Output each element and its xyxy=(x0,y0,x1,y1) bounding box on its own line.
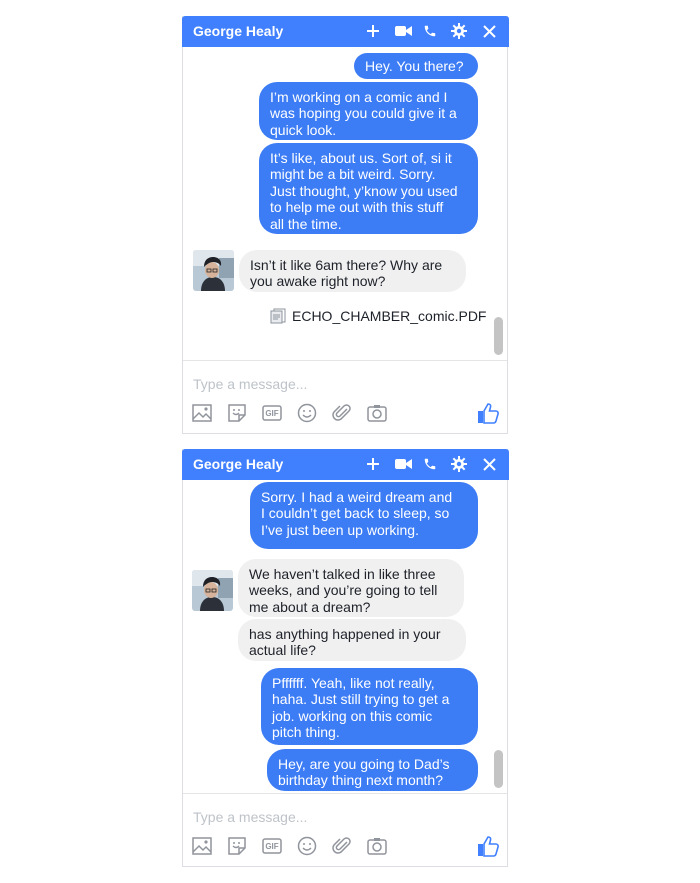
plus-icon[interactable] xyxy=(364,22,382,40)
message-input[interactable]: Type a message... xyxy=(193,376,307,392)
message-text-line: might be a bit weird. Sorry. xyxy=(270,166,436,183)
thumbs-up-icon[interactable] xyxy=(477,402,499,424)
message-text-line: We haven’t talked in like three xyxy=(249,566,436,582)
chat-header: George Healy xyxy=(182,16,509,47)
gear-icon[interactable] xyxy=(450,22,468,40)
message-text-line: weeks, and you’re going to tell xyxy=(249,582,438,599)
contact-name[interactable]: George Healy xyxy=(193,23,283,39)
message-text-line: Isn’t it like 6am there? Why are xyxy=(250,257,443,273)
composer-toolbar: GIF xyxy=(191,835,401,857)
avatar[interactable] xyxy=(193,250,234,291)
message-text-line: Sorry. I had a weird dream and xyxy=(261,489,453,505)
message-text-line: I couldn’t get back to sleep, so xyxy=(261,505,450,522)
composer-toolbar: GIF xyxy=(191,402,401,424)
message-text-line: has anything happened in your xyxy=(249,626,441,642)
camera-icon[interactable] xyxy=(366,402,388,424)
message-text-line: job. working on this comic xyxy=(272,707,433,724)
chat-window: George Healy Hey. You there? I’m working… xyxy=(182,16,509,434)
file-attachment[interactable]: ECHO_CHAMBER_comic.PDF xyxy=(270,308,486,324)
chat-window: George Healy Sorry. I had a weird dream … xyxy=(182,449,509,867)
phone-icon[interactable] xyxy=(421,22,439,40)
scrollbar[interactable] xyxy=(494,317,503,355)
message-text-line: Just thought, y’know you used xyxy=(270,182,458,199)
message-text: Hey. You there? xyxy=(365,58,464,74)
message-text-line: It’s like, about us. Sort of, si it xyxy=(270,150,452,166)
incoming-message: Isn’t it like 6am there? Why are you awa… xyxy=(239,250,466,292)
video-camera-icon[interactable] xyxy=(394,22,412,40)
close-icon[interactable] xyxy=(480,22,498,40)
divider xyxy=(183,793,507,794)
sticker-icon[interactable] xyxy=(226,402,248,424)
chat-header: George Healy xyxy=(182,449,509,480)
gif-label: GIF xyxy=(265,408,279,418)
message-list[interactable]: Sorry. I had a weird dream and I couldn’… xyxy=(183,480,507,793)
outgoing-message: It’s like, about us. Sort of, si it migh… xyxy=(259,143,478,234)
outgoing-message: Sorry. I had a weird dream and I couldn’… xyxy=(250,482,478,549)
outgoing-message: Pffffff. Yeah, like not really, haha. Ju… xyxy=(261,668,478,745)
message-text-line: I’m working on a comic and I xyxy=(270,89,448,105)
message-text-line: me about a dream? xyxy=(249,598,371,615)
sticker-icon[interactable] xyxy=(226,835,248,857)
message-text-line: Hey, are you going to Dad’s xyxy=(278,756,450,772)
paperclip-icon[interactable] xyxy=(331,835,353,857)
message-text-line: birthday thing next month? xyxy=(278,772,443,789)
scrollbar[interactable] xyxy=(494,750,503,788)
outgoing-message: Hey. You there? xyxy=(354,53,478,79)
message-text-line: all the time. xyxy=(270,215,342,232)
document-icon xyxy=(270,308,287,324)
incoming-message: has anything happened in your actual lif… xyxy=(238,619,466,661)
video-camera-icon[interactable] xyxy=(394,455,412,473)
message-text-line: pitch thing. xyxy=(272,724,340,741)
gear-icon[interactable] xyxy=(450,455,468,473)
message-text-line: I’ve just been up working. xyxy=(261,521,419,538)
paperclip-icon[interactable] xyxy=(331,402,353,424)
message-text-line: haha. Just still trying to get a xyxy=(272,691,450,708)
phone-icon[interactable] xyxy=(421,455,439,473)
message-text-line: Pffffff. Yeah, like not really, xyxy=(272,675,435,691)
message-text-line: was hoping you could give it a xyxy=(270,105,457,122)
message-text-line: to help me out with this stuff xyxy=(270,199,444,216)
message-text-line: actual life? xyxy=(249,642,316,659)
camera-icon[interactable] xyxy=(366,835,388,857)
gif-icon[interactable]: GIF xyxy=(261,402,283,424)
message-text-line: quick look. xyxy=(270,121,337,138)
divider xyxy=(183,360,507,361)
message-input[interactable]: Type a message... xyxy=(193,809,307,825)
message-list[interactable]: Hey. You there? I’m working on a comic a… xyxy=(183,47,507,360)
emoji-icon[interactable] xyxy=(296,402,318,424)
attachment-filename: ECHO_CHAMBER_comic.PDF xyxy=(292,308,487,324)
image-icon[interactable] xyxy=(191,402,213,424)
emoji-icon[interactable] xyxy=(296,835,318,857)
avatar[interactable] xyxy=(192,570,233,611)
incoming-message: We haven’t talked in like three weeks, a… xyxy=(238,559,464,617)
contact-name[interactable]: George Healy xyxy=(193,456,283,472)
gif-icon[interactable]: GIF xyxy=(261,835,283,857)
gif-label: GIF xyxy=(265,841,279,851)
plus-icon[interactable] xyxy=(364,455,382,473)
thumbs-up-icon[interactable] xyxy=(477,835,499,857)
close-icon[interactable] xyxy=(480,455,498,473)
outgoing-message: Hey, are you going to Dad’s birthday thi… xyxy=(267,749,478,791)
image-icon[interactable] xyxy=(191,835,213,857)
outgoing-message: I’m working on a comic and I was hoping … xyxy=(259,82,478,140)
message-text-line: you awake right now? xyxy=(250,273,386,290)
